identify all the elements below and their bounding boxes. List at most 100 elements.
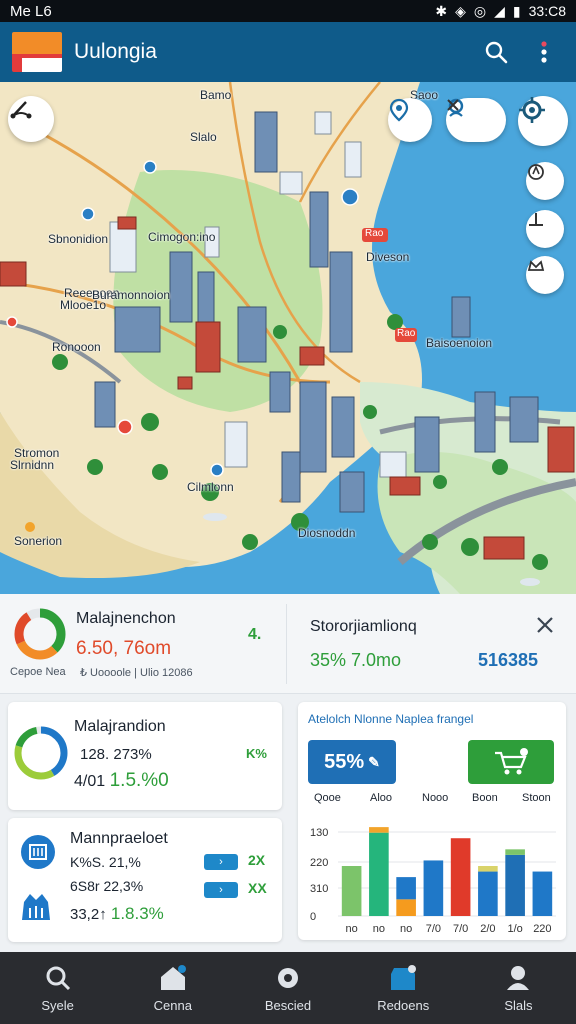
- chart-header: Atelolch Nlonne Naplea frangel: [308, 712, 474, 726]
- y-tick-label: 0: [310, 911, 316, 923]
- location-pin-button[interactable]: [388, 98, 432, 142]
- map-label: Sonerion: [14, 534, 63, 548]
- bar-cap[interactable]: [369, 827, 389, 833]
- vibrate-icon: ◈: [455, 2, 466, 19]
- map-label: Diveson: [366, 250, 410, 264]
- chip-value: 2X: [248, 852, 266, 868]
- map-label: Sbnonidion: [48, 232, 109, 246]
- percentage-pill[interactable]: 55% ✎: [308, 740, 396, 784]
- stats-card[interactable]: Malajrandion 128. 273% 4/01 1.5.%0 K%: [8, 702, 282, 810]
- cart-icon: [495, 748, 528, 775]
- panel-sub-left: Cepoe Nea: [10, 666, 66, 678]
- chart-top-label: Nooo: [422, 792, 449, 804]
- bar[interactable]: [396, 899, 416, 916]
- card-title: Malajrandion: [74, 718, 166, 735]
- chart-top-label: Boon: [472, 792, 498, 804]
- search-button[interactable]: [476, 32, 516, 72]
- tripod-icon: [529, 213, 543, 226]
- x-tick-label: no: [373, 923, 385, 935]
- map-label: Bamo: [200, 88, 232, 102]
- app-title: Uulongia: [74, 40, 157, 63]
- trend-indicator: 4.: [248, 626, 262, 643]
- route-icon: [10, 101, 32, 119]
- alarm-icon: ◎: [473, 2, 487, 19]
- x-tick-label: 2/0: [480, 923, 495, 935]
- map-view[interactable]: Bamo Slalo Saoo Sbnonidion Cimogon:ino D…: [0, 82, 576, 594]
- crown-icon: [527, 260, 545, 271]
- chip-indicator: ›: [204, 882, 238, 898]
- y-tick-label: 310: [310, 883, 328, 895]
- more-vertical-icon: [541, 41, 547, 63]
- map-label: Slrnidnn: [10, 458, 55, 472]
- card-line-b: 1.8.3%: [110, 904, 164, 923]
- settings-icon: [278, 967, 298, 988]
- recenter-button[interactable]: [526, 256, 564, 294]
- poi-badge[interactable]: Rao: [365, 228, 383, 239]
- bar[interactable]: [505, 854, 525, 916]
- summary-strip: Malajnenchon 6.50, 76om Cepoe Nea ₺ Uooo…: [0, 594, 576, 694]
- nav-label: Redoens: [377, 997, 430, 1013]
- x-tick-label: 7/0: [453, 923, 468, 935]
- stats-card[interactable]: Mannpraeloet K%S. 21,% 6S8r 22,3% 33,2↑ …: [8, 818, 282, 942]
- app-bar: Uulongia: [0, 22, 576, 82]
- close-button[interactable]: [536, 616, 554, 639]
- people-filter-button[interactable]: [446, 98, 506, 142]
- map-label: Cimogon:ino: [148, 230, 216, 244]
- nav-label: Bescied: [264, 997, 312, 1013]
- card-line: 128. 273%: [80, 746, 152, 763]
- y-tick-label: 130: [310, 827, 328, 839]
- x-tick-label: no: [400, 923, 412, 935]
- route-button[interactable]: [8, 96, 54, 142]
- chart-card[interactable]: Atelolch Nlonne Naplea frangel 55% ✎ Qoo…: [298, 702, 566, 940]
- nav-item-settings[interactable]: Bescied: [230, 952, 345, 1024]
- bottom-nav: Syele Cenna Bescied Redoens Slals: [0, 952, 576, 1024]
- wifi-icon: ◢: [494, 2, 505, 19]
- chip-icon: ›: [219, 884, 223, 896]
- close-icon: [537, 617, 553, 633]
- app-logo-icon: [12, 32, 62, 72]
- more-menu-button[interactable]: [524, 32, 564, 72]
- nav-item-home[interactable]: Cenna: [115, 952, 230, 1024]
- bar[interactable]: [478, 871, 498, 916]
- bar[interactable]: [423, 860, 444, 916]
- card-line: 4/01 1.5.%0: [74, 770, 169, 792]
- poi-badge[interactable]: Rao: [397, 328, 415, 339]
- card-line: 6S8r 22,3%: [70, 878, 144, 894]
- bar[interactable]: [532, 871, 553, 916]
- status-time: 33:C8: [528, 3, 566, 19]
- nav-item-user[interactable]: Slals: [461, 952, 576, 1024]
- search-icon: [46, 966, 70, 990]
- nav-item-search[interactable]: Syele: [0, 952, 115, 1024]
- map-label: Stromon: [14, 446, 60, 460]
- compass-button[interactable]: [526, 162, 564, 200]
- chart-top-label: Stoon: [522, 792, 551, 804]
- card-line-a: 4/01: [74, 773, 106, 790]
- map-label: Baisoenoion: [426, 336, 493, 350]
- nav-label: Slals: [504, 997, 533, 1013]
- compass-icon: [528, 164, 544, 180]
- bar-cap[interactable]: [478, 866, 498, 872]
- map-label: Buramonnoion: [92, 288, 171, 302]
- bar[interactable]: [369, 832, 389, 916]
- donut-chart-icon: [14, 726, 68, 780]
- chip-value: XX: [248, 880, 267, 896]
- home-icon: [160, 964, 186, 990]
- nav-label: Cenna: [153, 997, 192, 1013]
- my-location-button[interactable]: [518, 96, 568, 146]
- search-icon: [485, 41, 508, 64]
- bar-cap[interactable]: [396, 877, 416, 900]
- bar-cap[interactable]: [505, 849, 525, 855]
- shop-icon: [391, 964, 417, 990]
- map-label: Ronooon: [52, 340, 101, 354]
- chart-action-pill[interactable]: [468, 740, 554, 784]
- map-label: Slalo: [190, 130, 217, 144]
- bar[interactable]: [341, 866, 362, 916]
- value-tail: 76om: [123, 638, 172, 659]
- nav-item-shop[interactable]: Redoens: [346, 952, 461, 1024]
- close-icon: [447, 99, 459, 111]
- layers-button[interactable]: [526, 210, 564, 248]
- panel-sub-right: ₺ Uoooole | Ulio 12086: [80, 667, 193, 679]
- bar[interactable]: [450, 838, 471, 916]
- card-title: Mannpraeloet: [70, 830, 168, 847]
- battery-icon: ▮: [512, 2, 521, 19]
